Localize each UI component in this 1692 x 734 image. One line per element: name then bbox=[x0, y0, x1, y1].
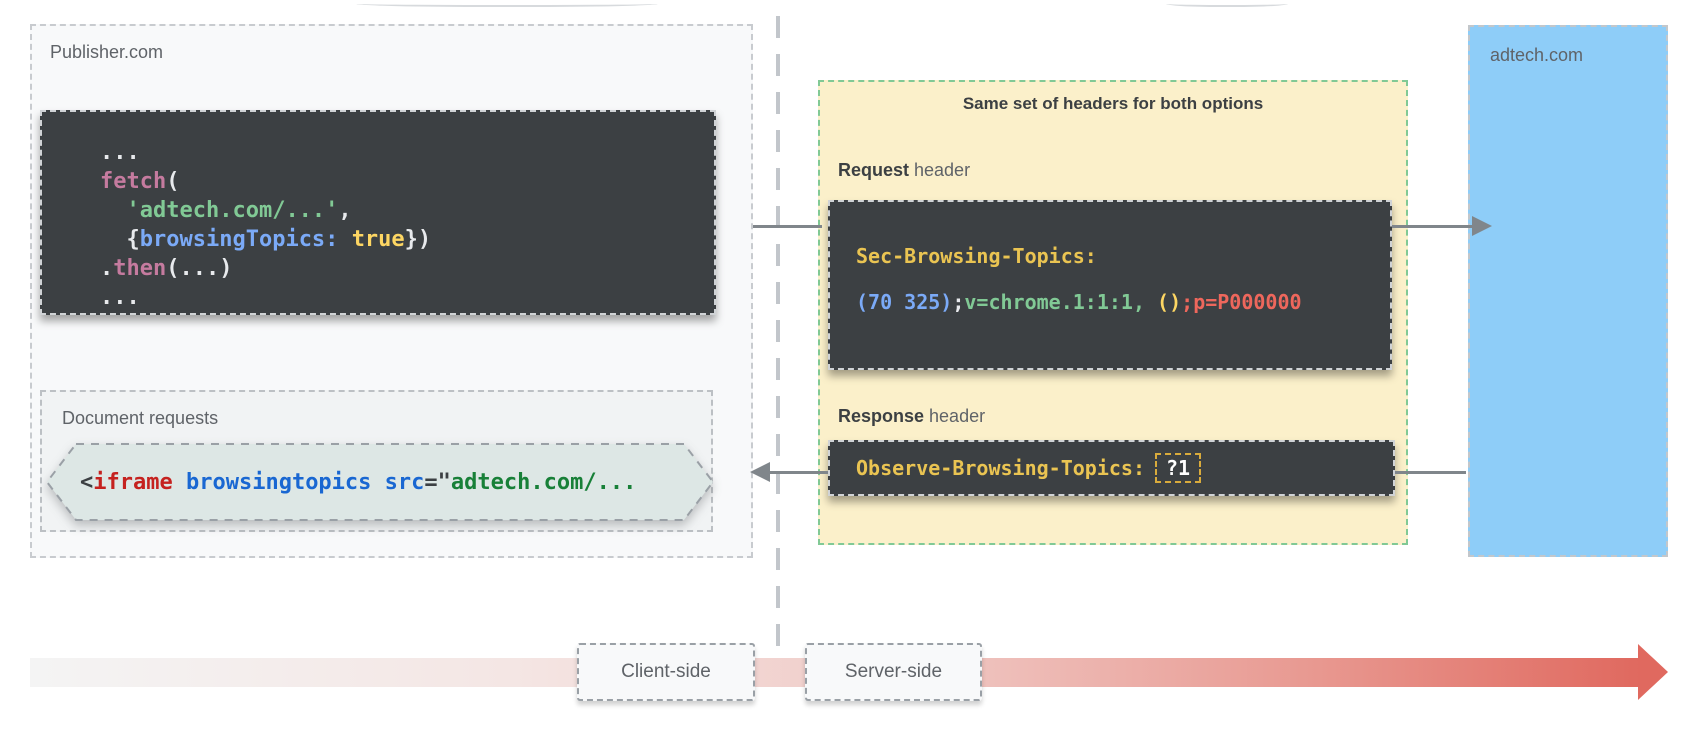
iframe-code-line: <iframe browsingtopics src="adtech.com/.… bbox=[80, 443, 700, 521]
code-line: ... bbox=[100, 138, 714, 167]
response-header-label: Response header bbox=[838, 406, 985, 427]
headers-panel-title: Same set of headers for both options bbox=[818, 94, 1408, 114]
timeline-arrowhead-icon bbox=[1638, 644, 1668, 700]
request-header-value: (70 325);v=chrome.1:1:1, ();p=P000000 bbox=[856, 288, 1390, 316]
code-line: fetch( bbox=[100, 167, 714, 196]
code-line: ... bbox=[100, 283, 714, 312]
response-arrow-line-left bbox=[770, 471, 828, 474]
response-header-label-rest: header bbox=[924, 406, 985, 426]
request-arrowhead-icon bbox=[1472, 216, 1492, 236]
response-header-label-bold: Response bbox=[838, 406, 924, 426]
document-requests-label: Document requests bbox=[62, 408, 218, 429]
client-server-separator-line bbox=[776, 16, 780, 648]
fetch-code-block: ... fetch( 'adtech.com/...', {browsingTo… bbox=[40, 110, 716, 315]
response-header-name: Observe-Browsing-Topics: bbox=[856, 456, 1145, 480]
request-header-label-bold: Request bbox=[838, 160, 909, 180]
request-header-name: Sec-Browsing-Topics: bbox=[856, 242, 1390, 270]
code-line: {browsingTopics: true}) bbox=[100, 225, 714, 254]
client-side-badge: Client-side bbox=[577, 643, 755, 701]
publisher-label: Publisher.com bbox=[50, 42, 163, 63]
cropped-top-fragment-right bbox=[1166, 0, 1288, 7]
client-side-label: Client-side bbox=[621, 661, 711, 683]
adtech-label: adtech.com bbox=[1490, 45, 1583, 66]
request-header-label: Request header bbox=[838, 160, 970, 181]
code-line: .then(...) bbox=[100, 254, 714, 283]
cropped-top-fragment-left bbox=[356, 0, 658, 7]
response-arrow-line-right bbox=[1395, 471, 1466, 474]
request-header-code-block: Sec-Browsing-Topics: (70 325);v=chrome.1… bbox=[828, 200, 1392, 370]
request-arrow-line-left bbox=[753, 225, 822, 228]
response-header-code-block: Observe-Browsing-Topics: ?1 bbox=[828, 440, 1395, 496]
adtech-container: adtech.com bbox=[1468, 25, 1668, 557]
request-arrow-line-right bbox=[1392, 225, 1474, 228]
request-header-label-rest: header bbox=[909, 160, 970, 180]
server-side-badge: Server-side bbox=[805, 643, 982, 701]
response-arrowhead-icon bbox=[750, 462, 770, 482]
code-line: 'adtech.com/...', bbox=[100, 196, 714, 225]
topics-api-diagram: Publisher.com ... fetch( 'adtech.com/...… bbox=[0, 0, 1692, 734]
response-header-value-badge: ?1 bbox=[1155, 453, 1201, 483]
server-side-label: Server-side bbox=[845, 661, 942, 683]
